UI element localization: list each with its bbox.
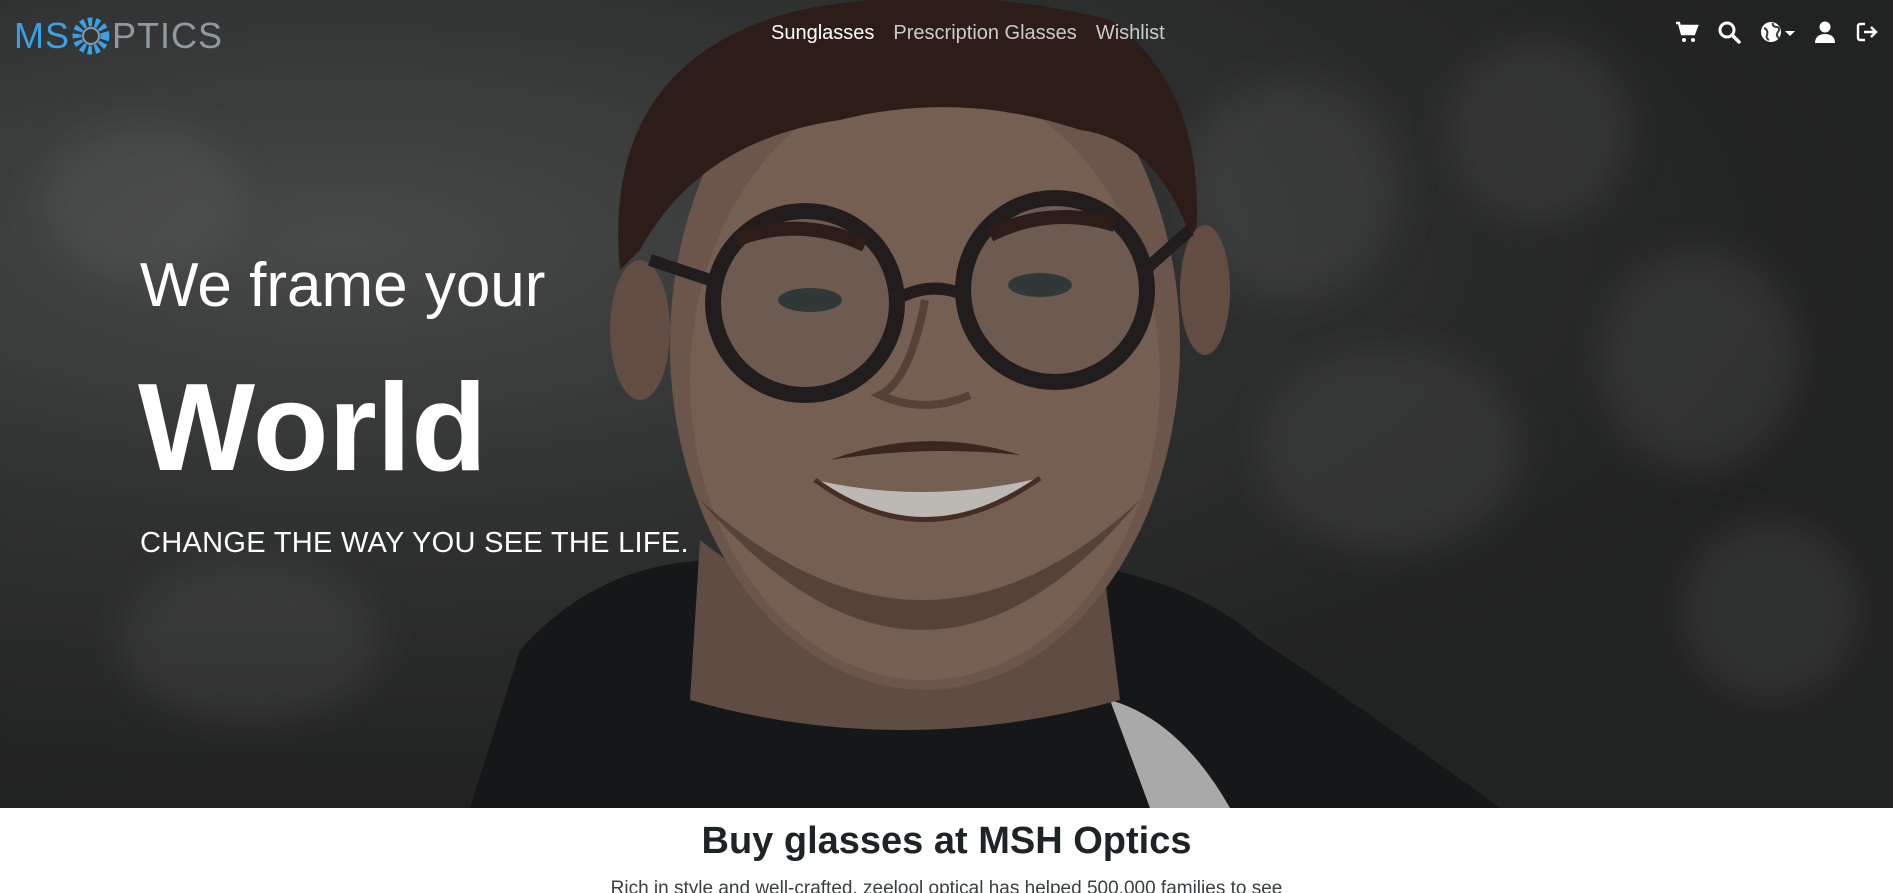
logo-ring-icon: [72, 17, 110, 55]
chevron-down-icon: [1785, 30, 1795, 36]
nav-icon-group: [1675, 20, 1879, 44]
hero-subtitle: CHANGE THE WAY YOU SEE THE LIFE.: [140, 527, 689, 559]
globe-icon: [1759, 20, 1783, 44]
logo-text-left: MS: [14, 15, 70, 56]
hero-headline: World: [138, 359, 487, 497]
main-nav: Sunglasses Prescription Glasses Wishlist: [771, 22, 1165, 45]
nav-sunglasses[interactable]: Sunglasses: [771, 22, 874, 45]
logo-text-right: PTICS: [112, 15, 224, 56]
top-navbar: MS PTICS Sunglasses Prescription Glasses…: [0, 0, 1893, 70]
cart-icon[interactable]: [1675, 20, 1699, 44]
language-dropdown[interactable]: [1759, 20, 1795, 44]
search-icon[interactable]: [1717, 20, 1741, 44]
nav-prescription-glasses[interactable]: Prescription Glasses: [893, 22, 1076, 45]
intro-title: Buy glasses at MSH Optics: [701, 820, 1192, 862]
nav-wishlist[interactable]: Wishlist: [1096, 22, 1165, 45]
brand-logo[interactable]: MS PTICS: [14, 15, 224, 56]
logout-icon[interactable]: [1855, 20, 1879, 44]
user-icon[interactable]: [1813, 20, 1837, 44]
hero-banner: MS PTICS Sunglasses Prescription Glasses…: [0, 0, 1893, 808]
hero-tagline: We frame your: [140, 251, 546, 320]
intro-text: Rich in style and well-crafted, zeelool …: [610, 878, 1283, 893]
